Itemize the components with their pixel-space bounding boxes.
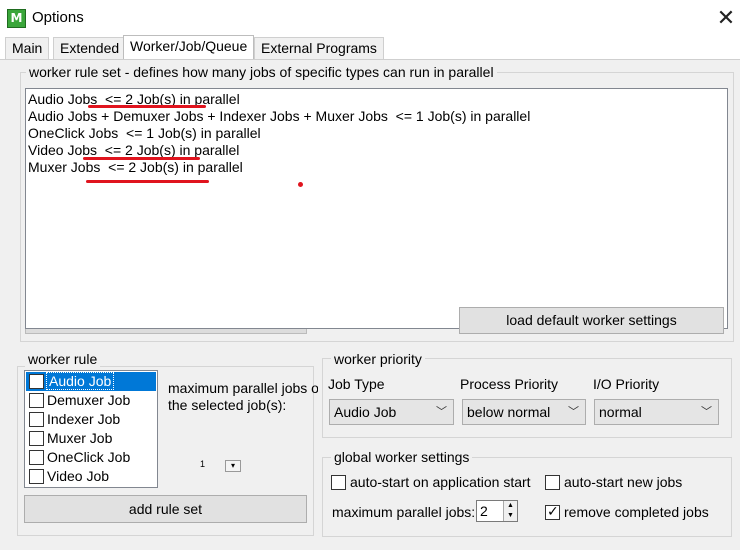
checkbox[interactable] [29, 393, 44, 408]
title-bar [0, 0, 740, 36]
list-item-label: OneClick Job [47, 449, 131, 465]
autostart-new-jobs-checkbox[interactable] [545, 475, 560, 490]
chevron-down-icon: ﹀ [436, 406, 447, 418]
list-item-label: Indexer Job [47, 411, 121, 427]
global-worker-settings-group [322, 457, 732, 537]
worker-priority-group [322, 358, 732, 438]
checkbox[interactable] [29, 374, 44, 389]
checkbox[interactable] [29, 450, 44, 465]
max-parallel-jobs-spinner[interactable]: 2 ▲ ▼ [476, 500, 518, 522]
list-item-label: Video Job [47, 468, 110, 484]
max-parallel-jobs-value[interactable]: 2 [480, 503, 488, 519]
list-item-audio-job[interactable]: Audio Job [26, 372, 156, 391]
io-priority-select[interactable]: normal ﹀ [594, 399, 719, 425]
checkbox[interactable] [29, 431, 44, 446]
autostart-app-label[interactable]: auto-start on application start [350, 474, 531, 490]
rule-line: Muxer Jobs <= 2 Job(s) in parallel [28, 159, 243, 175]
tab-divider [0, 59, 740, 60]
tab-external-programs[interactable]: External Programs [254, 37, 384, 59]
load-default-worker-settings-button[interactable]: load default worker settings [459, 307, 724, 334]
checkbox[interactable] [29, 412, 44, 427]
autostart-app-checkbox[interactable] [331, 475, 346, 490]
process-priority-label: Process Priority [460, 376, 559, 392]
io-priority-label: I/O Priority [593, 376, 660, 392]
max-parallel-jobs-label: maximum parallel jobs o the selected job… [168, 380, 318, 420]
chevron-down-icon[interactable]: ▾ [225, 460, 241, 472]
rule-set-group-label: worker rule set - defines how many jobs … [26, 64, 497, 80]
process-priority-select[interactable]: below normal ﹀ [462, 399, 586, 425]
annotation-dot [298, 182, 303, 187]
autostart-new-jobs-label[interactable]: auto-start new jobs [564, 474, 682, 490]
job-type-value: Audio Job [334, 404, 397, 420]
horizontal-scrollbar[interactable] [25, 329, 307, 334]
job-type-select[interactable]: Audio Job ﹀ [329, 399, 454, 425]
remove-completed-jobs-label[interactable]: remove completed jobs [564, 504, 709, 520]
max-parallel-line-1: maximum parallel jobs o [168, 380, 318, 396]
chevron-down-icon: ﹀ [701, 406, 712, 418]
spin-down-icon[interactable]: ▼ [503, 511, 517, 521]
rule-max-jobs-spinner[interactable]: 1 ▾ [200, 460, 242, 472]
list-item-demuxer-job[interactable]: Demuxer Job [26, 391, 156, 410]
rule-line: OneClick Jobs <= 1 Job(s) in parallel [28, 125, 261, 141]
list-item-indexer-job[interactable]: Indexer Job [26, 410, 156, 429]
rule-line: Audio Jobs + Demuxer Jobs + Indexer Jobs… [28, 108, 531, 124]
checkbox[interactable] [29, 469, 44, 484]
remove-completed-jobs-checkbox[interactable] [545, 503, 560, 520]
annotation-underline [86, 180, 209, 183]
list-item-oneclick-job[interactable]: OneClick Job [26, 448, 156, 467]
job-type-label: Job Type [328, 376, 385, 392]
tab-main[interactable]: Main [5, 37, 50, 59]
annotation-underline [88, 105, 206, 108]
rule-max-jobs-value[interactable]: 1 [200, 460, 224, 472]
io-priority-value: normal [599, 404, 642, 420]
list-item-label: Demuxer Job [47, 392, 131, 408]
process-priority-value: below normal [467, 404, 551, 420]
list-item-muxer-job[interactable]: Muxer Job [26, 429, 156, 448]
max-parallel-line-2: the selected job(s): [168, 397, 287, 413]
app-icon: M [7, 9, 26, 28]
add-rule-set-button[interactable]: add rule set [24, 495, 307, 523]
tab-worker-job-queue[interactable]: Worker/Job/Queue [123, 35, 255, 60]
chevron-down-icon: ﹀ [568, 406, 579, 418]
close-icon[interactable]: ✕ [712, 5, 740, 31]
window-title: Options [32, 9, 84, 26]
tab-extended[interactable]: Extended [53, 37, 127, 59]
spin-up-icon[interactable]: ▲ [503, 501, 517, 511]
worker-rule-group-label: worker rule [25, 351, 101, 367]
job-type-checklist[interactable]: Audio Job Demuxer Job Indexer Job Muxer … [24, 370, 158, 488]
worker-priority-group-label: worker priority [331, 351, 425, 367]
list-item-video-job[interactable]: Video Job [26, 467, 156, 486]
list-item-label: Audio Job [46, 372, 115, 390]
max-parallel-jobs-global-label: maximum parallel jobs: [332, 504, 476, 520]
list-item-label: Muxer Job [47, 430, 113, 446]
global-worker-settings-label: global worker settings [331, 449, 473, 465]
annotation-underline [83, 157, 200, 160]
